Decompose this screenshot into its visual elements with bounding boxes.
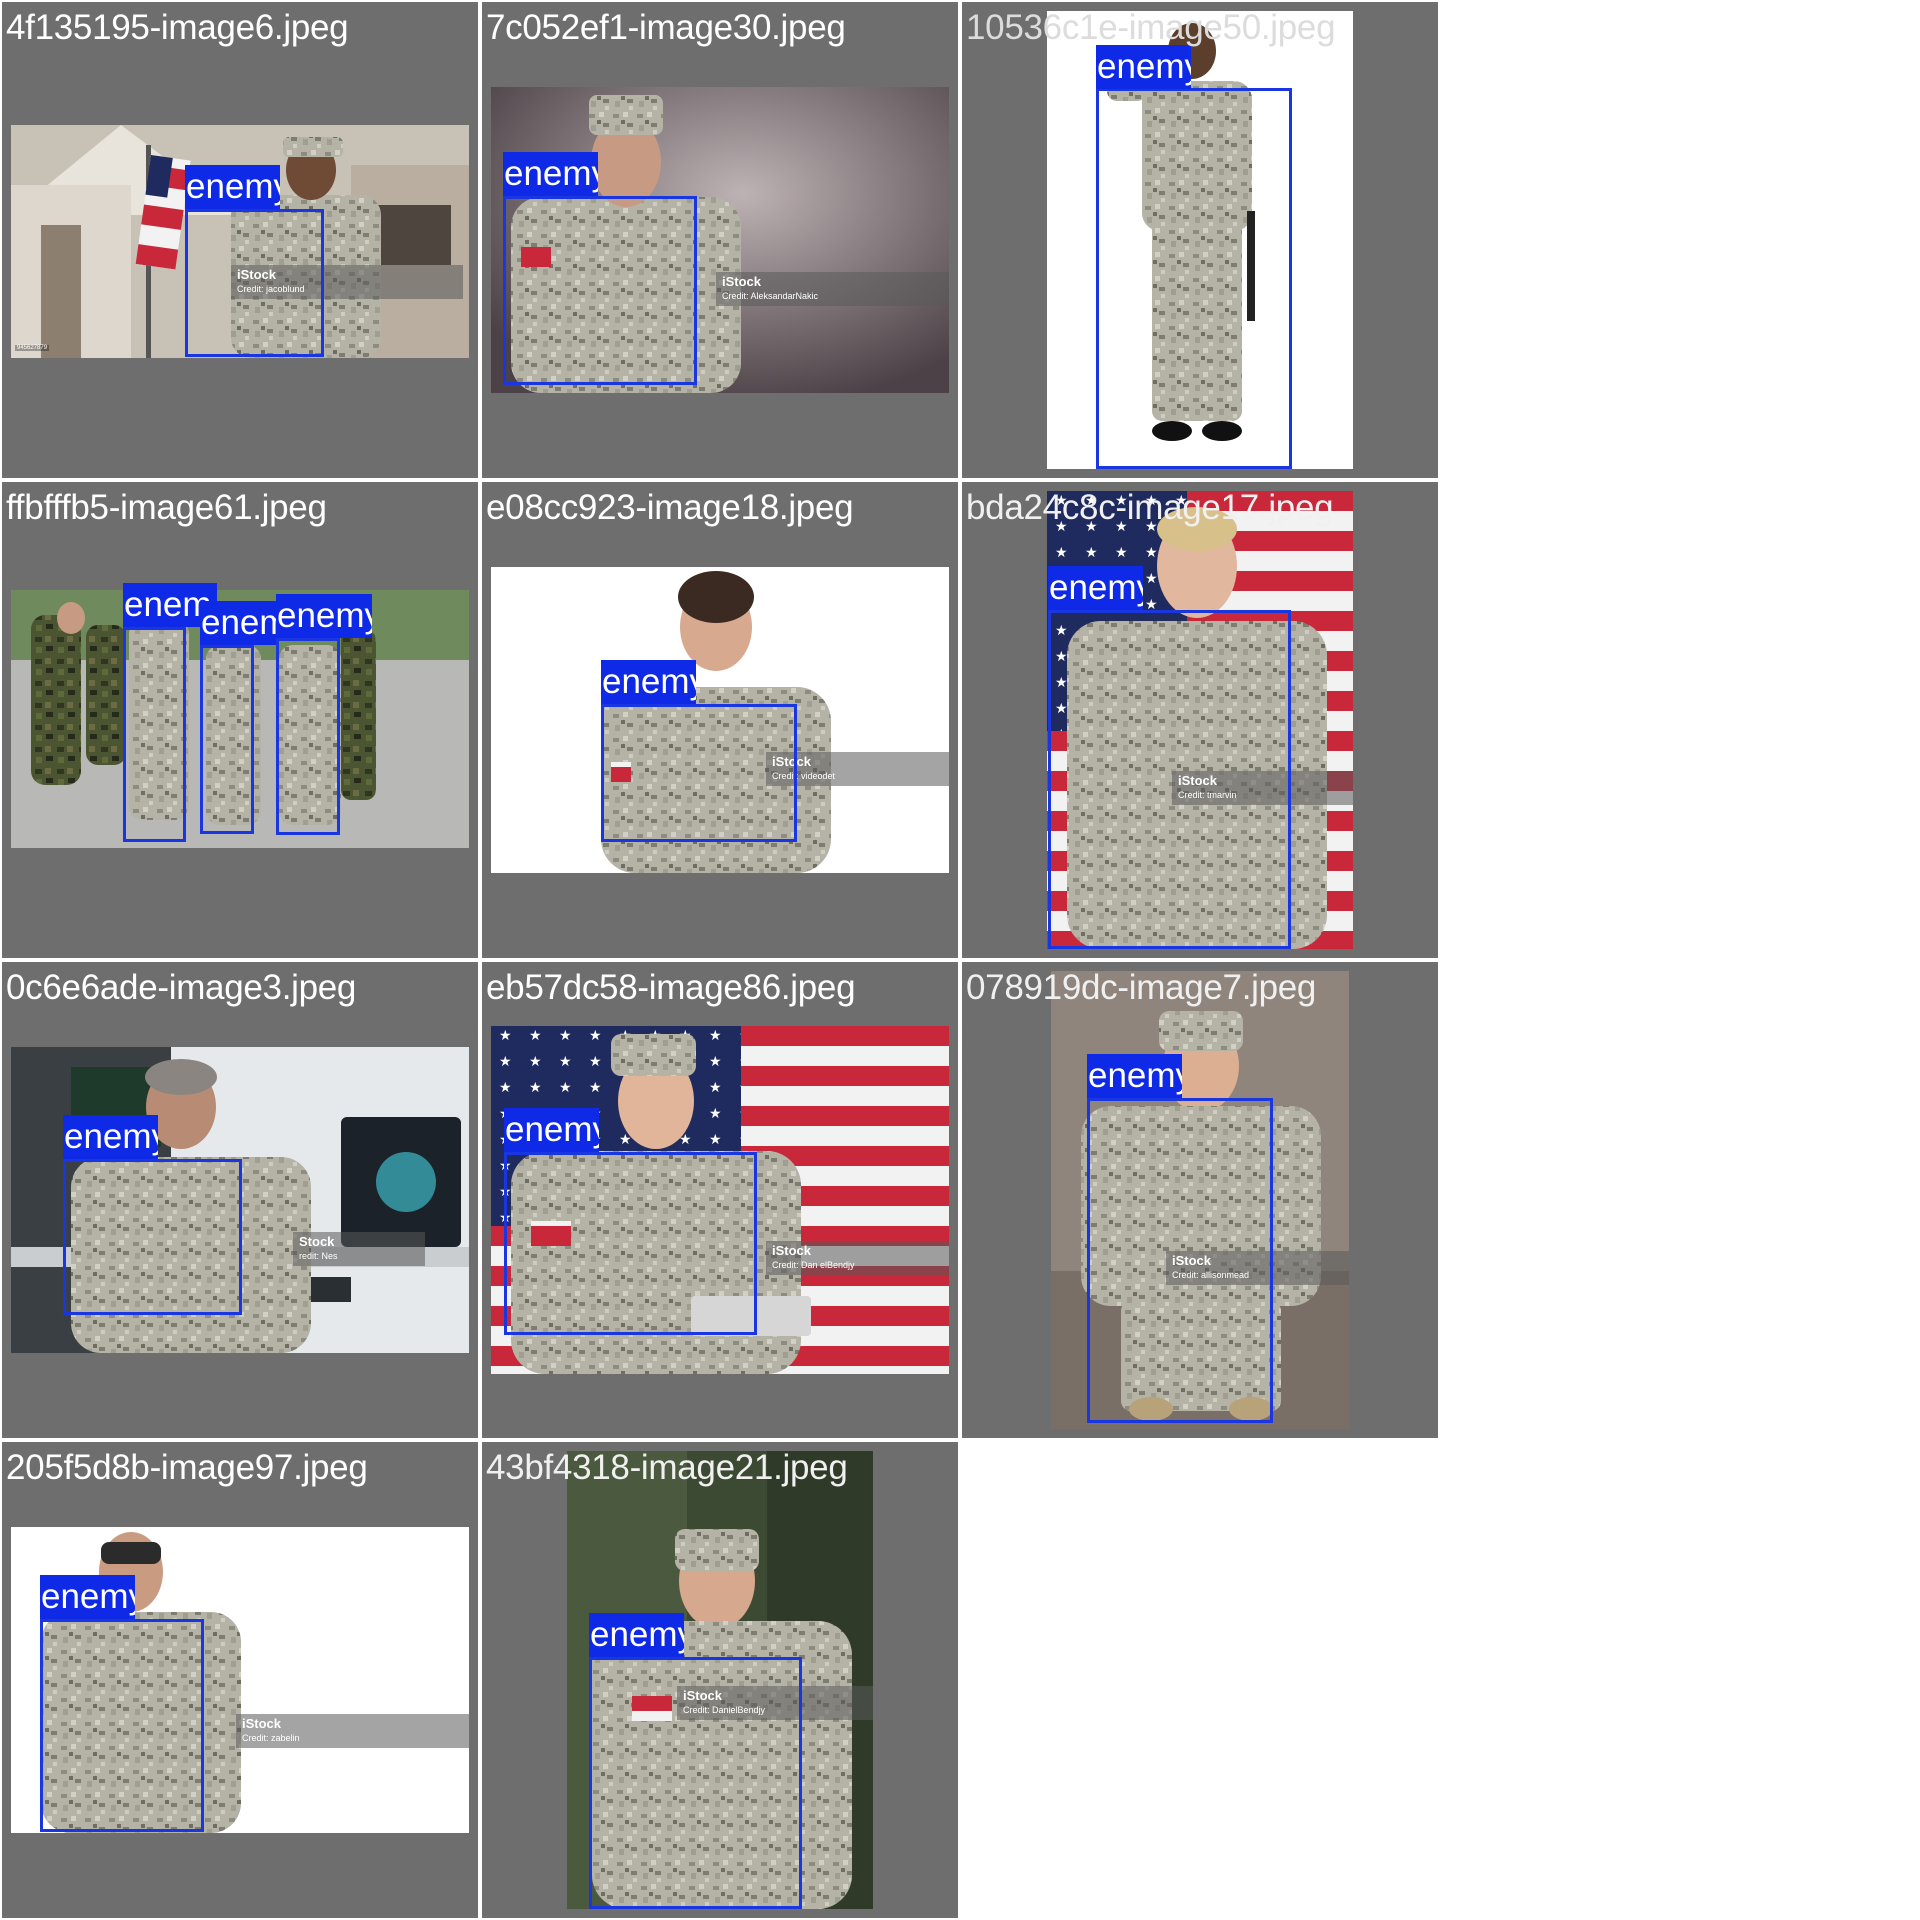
stock-id: 945627879 (15, 345, 50, 351)
bounding-box[interactable] (589, 1657, 802, 1909)
watermark: Stock redit: Nes (293, 1232, 425, 1266)
image-filename: 078919dc-image7.jpeg (966, 968, 1317, 1007)
image-filename: e08cc923-image18.jpeg (486, 488, 854, 527)
watermark: iStock Credit: AleksandarNakic (716, 272, 949, 306)
result-cell[interactable]: iStock Credit: allisonmead enemy 078919d… (962, 962, 1438, 1438)
bounding-box[interactable] (503, 196, 697, 385)
image-filename: 7c052ef1-image30.jpeg (486, 8, 846, 47)
bbox-label: enemy (503, 152, 598, 196)
bounding-box[interactable] (1096, 88, 1292, 469)
bounding-box[interactable] (63, 1159, 242, 1315)
result-cell[interactable]: iStock Credit: DanielBendjy enemy 43bf43… (482, 1442, 958, 1918)
bbox-label: enemy (504, 1108, 599, 1152)
bounding-box[interactable] (123, 627, 186, 842)
bounding-box[interactable] (504, 1152, 757, 1335)
bounding-box[interactable] (200, 645, 254, 834)
result-cell[interactable]: iStock Credit: jacoblund 945627879 enemy… (2, 2, 478, 478)
image-filename: ffbfffb5-image61.jpeg (6, 488, 327, 527)
image-filename: eb57dc58-image86.jpeg (486, 968, 856, 1007)
bbox-label: enem (200, 601, 278, 645)
bbox-label: enemy (276, 594, 372, 638)
result-cell[interactable]: iStock Credit: zabelin enemy 205f5d8b-im… (2, 1442, 478, 1918)
image-filename: 0c6e6ade-image3.jpeg (6, 968, 357, 1007)
bbox-label: enemy (40, 1575, 135, 1619)
bounding-box[interactable] (40, 1619, 204, 1832)
bounding-box[interactable] (601, 704, 797, 842)
image-filename: 205f5d8b-image97.jpeg (6, 1448, 368, 1487)
bounding-box[interactable] (276, 638, 340, 835)
result-cell[interactable]: iStock Credit: AleksandarNakic enemy 7c0… (482, 2, 958, 478)
result-cell[interactable]: Stock redit: Nes enemy 0c6e6ade-image3.j… (2, 962, 478, 1438)
bbox-label: enemy (601, 660, 696, 704)
bbox-label: enemy (589, 1613, 684, 1657)
result-cell[interactable]: iStock Credit: tmarvin enemy bda24c8c-im… (962, 482, 1438, 958)
image-filename: 4f135195-image6.jpeg (6, 8, 349, 47)
watermark: iStock Credit: zabelin (236, 1714, 469, 1748)
result-cell[interactable]: enem enem enemy ffbfffb5-image61.jpeg (2, 482, 478, 958)
bounding-box[interactable] (1087, 1098, 1273, 1423)
result-cell[interactable]: enemy 10536c1e-image50.jpeg (962, 2, 1438, 478)
bbox-label: enemy (63, 1115, 158, 1159)
image-filename: bda24c8c-image17.jpeg (966, 488, 1334, 527)
detection-results-grid: iStock Credit: jacoblund 945627879 enemy… (0, 0, 1920, 1920)
bbox-label: enemy (185, 165, 280, 209)
bbox-label: enemy (1096, 45, 1191, 89)
bbox-label: enemy (1087, 1054, 1182, 1098)
result-cell[interactable]: iStock Credit: videodet enemy e08cc923-i… (482, 482, 958, 958)
bbox-label: enemy (1048, 566, 1143, 610)
image-filename: 10536c1e-image50.jpeg (966, 8, 1336, 47)
watermark: iStock Credit: Dan elBendjy (766, 1241, 949, 1275)
bounding-box[interactable] (185, 209, 324, 357)
image-filename: 43bf4318-image21.jpeg (486, 1448, 848, 1487)
result-cell[interactable]: iStock Credit: Dan elBendjy enemy eb57dc… (482, 962, 958, 1438)
bounding-box[interactable] (1048, 610, 1291, 949)
